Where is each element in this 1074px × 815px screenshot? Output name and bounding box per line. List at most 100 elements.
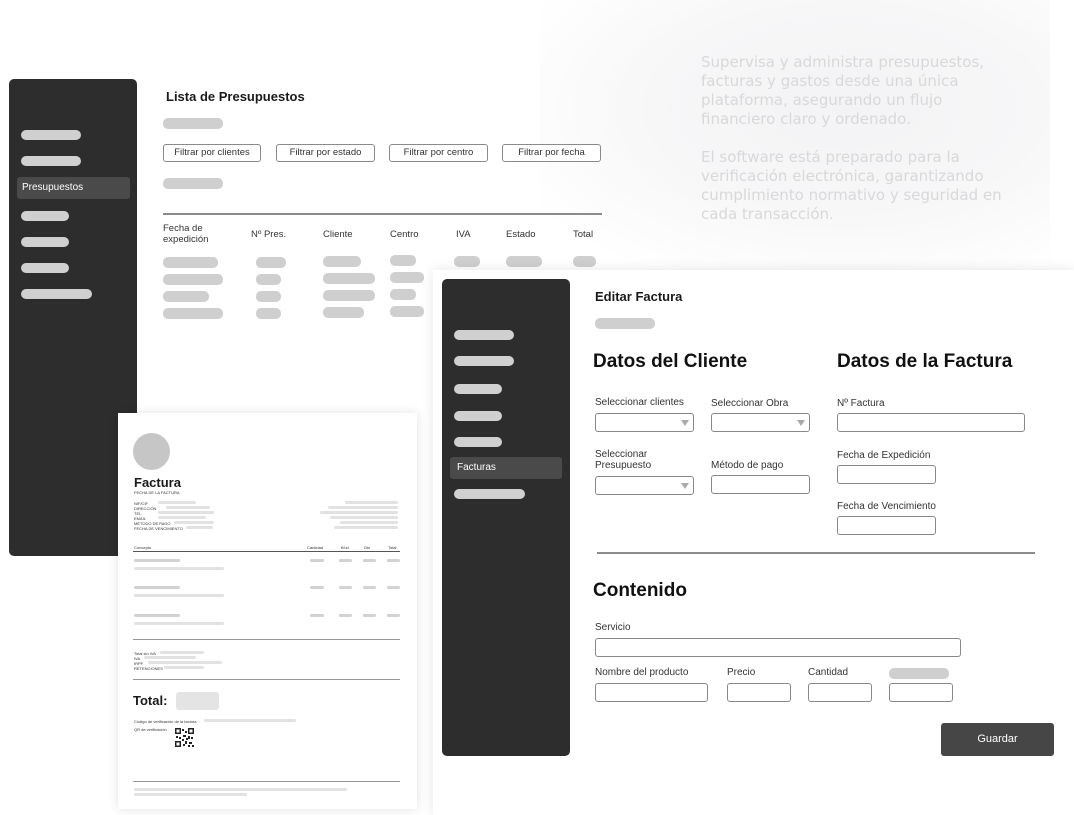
column-header-total: Total <box>573 229 594 240</box>
sidebar-item-presupuestos[interactable]: Presupuestos <box>17 177 130 199</box>
cell-placeholder <box>323 273 375 284</box>
doc-field-label: FECHA DE VENCIMIENTO <box>134 526 183 531</box>
cell-placeholder <box>390 306 424 317</box>
doc-item-line <box>339 586 352 589</box>
issue-date-label: Fecha de Expedición <box>837 450 931 461</box>
sidebar-item-placeholder[interactable] <box>454 356 514 366</box>
sidebar-item-placeholder[interactable] <box>454 411 502 421</box>
chevron-down-icon <box>797 420 805 426</box>
cell-placeholder <box>256 274 281 285</box>
doc-company-line <box>334 526 398 529</box>
filter-clients-button[interactable]: Filtrar por clientes <box>163 144 261 162</box>
cell-placeholder <box>573 256 596 267</box>
invoice-doc-subtitle: FECHA DE LA FACTURA <box>134 490 180 495</box>
doc-header-total: Total <box>388 545 397 550</box>
doc-qr-label: QR de verificación <box>134 727 167 732</box>
chevron-down-icon <box>681 420 689 426</box>
cell-placeholder <box>506 256 542 267</box>
edit-invoice-title: Editar Factura <box>595 289 683 304</box>
doc-company-line <box>340 521 398 524</box>
doc-total-amount-placeholder <box>176 692 219 710</box>
sidebar-item-placeholder[interactable] <box>454 437 502 447</box>
doc-total-heading: Total: <box>133 693 168 708</box>
doc-item-line <box>363 559 376 562</box>
select-work-dropdown[interactable] <box>711 413 810 432</box>
sidebar-item-placeholder[interactable] <box>454 489 525 499</box>
doc-field-value <box>174 521 214 524</box>
invoice-number-input[interactable] <box>837 413 1025 432</box>
doc-header-quantity: Cantidad <box>307 545 324 550</box>
doc-total-value <box>164 666 204 669</box>
invoice-number-label: Nº Factura <box>837 398 885 409</box>
issue-date-input[interactable] <box>837 465 936 484</box>
doc-item-line <box>310 559 324 562</box>
marketing-paragraph-1: Supervisa y administra presupuestos, fac… <box>701 53 985 128</box>
doc-field-value <box>186 526 213 529</box>
filter-center-button[interactable]: Filtrar por centro <box>389 144 488 162</box>
doc-footer-line <box>134 793 247 796</box>
cell-placeholder <box>390 255 416 266</box>
cell-placeholder <box>323 290 375 301</box>
doc-item-line <box>134 586 180 589</box>
cell-placeholder <box>256 257 286 268</box>
cell-placeholder <box>454 256 480 267</box>
select-budget-dropdown[interactable] <box>595 476 694 495</box>
sidebar-item-placeholder[interactable] <box>21 211 69 221</box>
doc-total-label: RETENCIONES <box>134 666 163 671</box>
save-button[interactable]: Guardar <box>941 723 1054 756</box>
column-header-center: Centro <box>390 229 419 240</box>
doc-total-value <box>160 651 204 654</box>
column-header-number: Nº Pres. <box>251 229 287 240</box>
service-input[interactable] <box>595 638 961 657</box>
price-input[interactable] <box>727 683 791 702</box>
doc-company-line <box>320 511 398 514</box>
doc-item-line <box>363 586 376 589</box>
chevron-down-icon <box>681 483 689 489</box>
doc-item-line <box>134 614 180 617</box>
doc-item-line <box>134 594 224 597</box>
doc-item-line <box>310 586 324 589</box>
sidebar-item-facturas[interactable]: Facturas <box>450 457 562 479</box>
doc-item-line <box>310 614 324 617</box>
marketing-text: Supervisa y administra presupuestos, fac… <box>701 53 1011 224</box>
due-date-input[interactable] <box>837 516 936 535</box>
doc-field-value <box>166 506 210 509</box>
sidebar-item-placeholder[interactable] <box>21 130 81 140</box>
doc-divider <box>133 781 400 782</box>
subtitle-placeholder <box>595 318 655 329</box>
sidebar-item-placeholder[interactable] <box>454 330 514 340</box>
qr-code-icon <box>175 728 194 747</box>
product-name-input[interactable] <box>595 683 708 702</box>
section-divider <box>597 552 1035 554</box>
doc-item-line <box>134 559 180 562</box>
sidebar-item-placeholder[interactable] <box>21 156 81 166</box>
doc-field-value <box>158 501 196 504</box>
product-name-label: Nombre del producto <box>595 667 689 678</box>
doc-item-line <box>387 586 400 589</box>
extra-field-input[interactable] <box>889 683 953 702</box>
service-label: Servicio <box>595 622 631 633</box>
payment-method-input[interactable] <box>711 475 810 494</box>
doc-field-value <box>158 511 214 514</box>
doc-company-line <box>328 506 398 509</box>
doc-company-line <box>345 501 398 504</box>
filter-date-button[interactable]: Filtrar por fecha <box>502 144 601 162</box>
quantity-input[interactable] <box>808 683 872 702</box>
doc-verification-label: Código de verificación de la factura <box>134 719 197 724</box>
doc-field-value <box>158 516 206 519</box>
select-clients-dropdown[interactable] <box>595 413 694 432</box>
doc-item-line <box>339 614 352 617</box>
content-section-heading: Contenido <box>593 580 687 601</box>
cell-placeholder <box>163 291 209 302</box>
sidebar-item-placeholder[interactable] <box>21 237 69 247</box>
filter-status-button[interactable]: Filtrar por estado <box>276 144 375 162</box>
invoice-section-heading: Datos de la Factura <box>837 351 1013 372</box>
action-placeholder[interactable] <box>163 178 223 189</box>
sidebar-item-placeholder[interactable] <box>21 289 92 299</box>
cell-placeholder <box>323 307 364 318</box>
sidebar-item-placeholder[interactable] <box>454 384 502 394</box>
marketing-paragraph-2: El software está preparado para la verif… <box>701 148 1002 223</box>
doc-header-concept: Concepto <box>134 545 152 550</box>
sidebar-item-placeholder[interactable] <box>21 263 69 273</box>
invoice-doc-title: Factura <box>134 475 181 490</box>
